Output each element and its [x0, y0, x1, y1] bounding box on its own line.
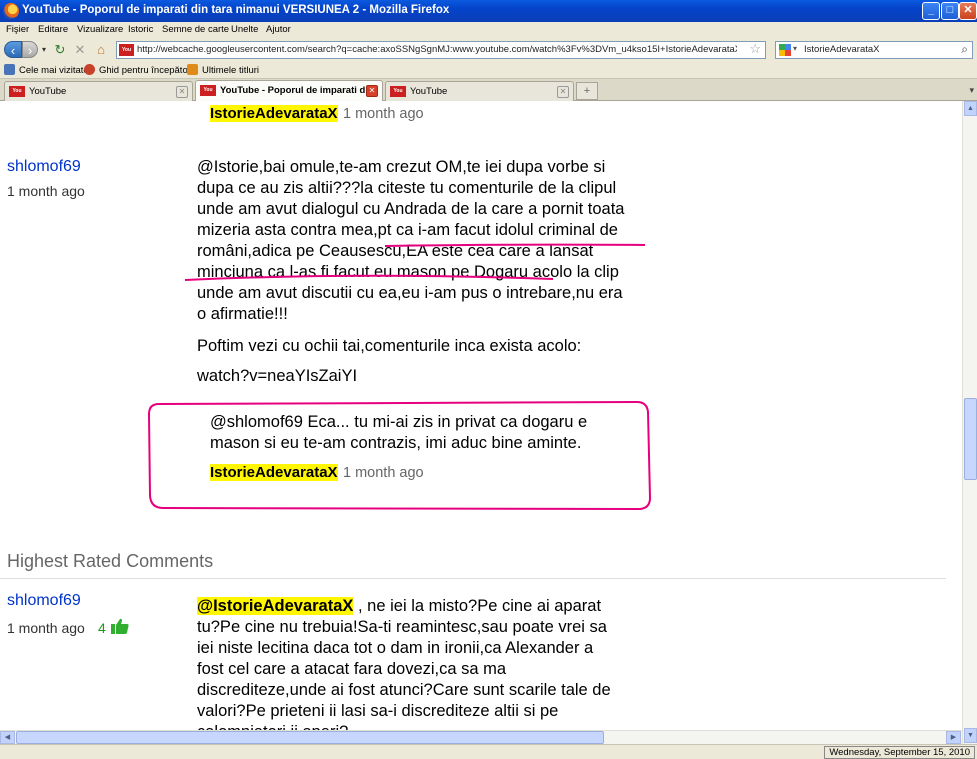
- tab-youtube-1[interactable]: You YouTube ✕: [4, 81, 193, 101]
- minimize-button[interactable]: _: [922, 2, 940, 20]
- tab-youtube-3[interactable]: You YouTube ✕: [385, 81, 574, 101]
- forward-button[interactable]: ›: [22, 41, 38, 58]
- comment-line: discrediteze,unde ai fost atunci?Care su…: [197, 681, 611, 699]
- tab-label: YouTube - Poporul de imparati di...: [220, 85, 376, 96]
- menu-item-help[interactable]: Ajutor: [266, 24, 291, 35]
- comment-author[interactable]: shlomof69: [7, 592, 81, 610]
- scroll-right-icon[interactable]: ▶: [946, 731, 961, 744]
- firefox-bookmark-icon: [84, 64, 95, 75]
- back-button[interactable]: ‹: [4, 41, 22, 58]
- youtube-favicon-icon: You: [200, 85, 216, 96]
- tab-bar: You YouTube ✕ You YouTube - Poporul de i…: [0, 79, 977, 101]
- thumbs-up-icon[interactable]: [110, 617, 130, 635]
- scroll-left-icon[interactable]: ◀: [0, 731, 15, 744]
- comment-line: @Istorie,bai omule,te-am crezut OM,te ie…: [197, 158, 606, 176]
- youtube-favicon-icon: You: [390, 86, 406, 97]
- tab-close-icon[interactable]: ✕: [176, 86, 188, 98]
- scroll-down-icon[interactable]: ▼: [964, 728, 977, 743]
- new-tab-button[interactable]: +: [576, 82, 598, 100]
- window-titlebar: YouTube - Poporul de imparati din tara n…: [0, 0, 977, 22]
- youtube-favicon-icon: You: [9, 86, 25, 97]
- menu-item-file[interactable]: Fişier: [6, 24, 29, 35]
- url-text[interactable]: http://webcache.googleusercontent.com/se…: [137, 44, 737, 55]
- annotation-circle: [147, 400, 652, 511]
- comment-line: valori?Pe prieteni ii lasi sa-i discredi…: [197, 702, 559, 720]
- reply-username[interactable]: IstorieAdevarataX: [210, 105, 338, 122]
- bookmark-folder-icon: [4, 64, 15, 75]
- comment-time: 1 month ago: [7, 620, 85, 636]
- rss-feed-icon: [187, 64, 198, 75]
- menu-item-history[interactable]: Istoric: [128, 24, 153, 35]
- comment-link[interactable]: watch?v=neaYIsZaiYI: [197, 366, 357, 387]
- scroll-up-icon[interactable]: ▲: [964, 101, 977, 116]
- reload-icon[interactable]: ↻: [52, 41, 68, 58]
- comment-first-line: @IstorieAdevarataX , ne iei la misto?Pe …: [197, 596, 611, 617]
- tab-close-icon[interactable]: ✕: [557, 86, 569, 98]
- tab-list-dropdown-icon[interactable]: ▾: [969, 85, 974, 96]
- navigation-toolbar: ‹ › ▾ ↻ ✕ ⌂ You http://webcache.googleus…: [0, 38, 977, 61]
- site-favicon-icon: You: [119, 44, 134, 56]
- url-bar[interactable]: You http://webcache.googleusercontent.co…: [116, 41, 766, 59]
- menu-item-tools[interactable]: Unelte: [231, 24, 258, 35]
- history-dropdown-icon[interactable]: ▾: [40, 41, 48, 58]
- comment-line: dupa ce au zis altii???la citeste tu com…: [197, 179, 617, 197]
- vertical-scroll-thumb[interactable]: [964, 398, 977, 480]
- bookmark-getting-started[interactable]: Ghid pentru începători: [84, 64, 193, 76]
- stop-icon[interactable]: ✕: [72, 41, 88, 58]
- status-bar: Wednesday, September 15, 2010: [0, 744, 977, 759]
- comment-line: o afirmatie!!!: [197, 305, 288, 323]
- bookmark-star-icon[interactable]: ☆: [749, 41, 761, 57]
- google-engine-icon[interactable]: [779, 44, 791, 56]
- page-content: IstorieAdevarataX 1 month ago shlomof69 …: [0, 101, 962, 744]
- home-icon[interactable]: ⌂: [92, 41, 110, 58]
- mention-highlight[interactable]: @IstorieAdevarataX: [197, 597, 354, 615]
- comment-author[interactable]: shlomof69: [7, 158, 81, 176]
- tab-label: YouTube: [410, 86, 448, 97]
- comment-paragraph: Poftim vezi cu ochii tai,comenturile inc…: [197, 337, 582, 355]
- comment-line: unde am avut dialogul cu Andrada de la c…: [197, 200, 625, 218]
- bookmarks-toolbar: Cele mai vizitate Ghid pentru începători…: [0, 61, 977, 79]
- comment-body: @IstorieAdevarataX , ne iei la misto?Pe …: [197, 596, 611, 743]
- section-title: Highest Rated Comments: [7, 551, 214, 571]
- menu-bar: Fişier Editare Vizualizare Istoric Semne…: [0, 22, 977, 38]
- rating-count: 4: [98, 620, 106, 636]
- maximize-button[interactable]: □: [941, 2, 959, 20]
- horizontal-scroll-thumb[interactable]: [16, 731, 604, 744]
- bookmark-latest-headlines[interactable]: Ultimele titluri: [187, 64, 259, 76]
- tab-label: YouTube: [29, 86, 67, 97]
- comment-time: 1 month ago: [7, 183, 85, 199]
- reply-time: 1 month ago: [343, 106, 424, 122]
- bookmark-most-visited[interactable]: Cele mai vizitate: [4, 64, 89, 76]
- comment-line: iei niste lecitina daca tot o dam in iro…: [197, 639, 594, 657]
- menu-item-bookmarks[interactable]: Semne de carte: [162, 24, 229, 35]
- horizontal-scrollbar[interactable]: ◀ ▶: [0, 730, 962, 744]
- annotation-underline: [184, 243, 646, 281]
- search-icon[interactable]: ⌕: [961, 42, 968, 57]
- window-title: YouTube - Poporul de imparati din tara n…: [22, 4, 450, 16]
- comment-line-rest: , ne iei la misto?Pe cine ai aparat: [353, 597, 602, 615]
- tab-youtube-active[interactable]: You YouTube - Poporul de imparati di... …: [195, 80, 383, 101]
- comment-line: fost cel care a atacat fara dovezi,ca sa…: [197, 660, 507, 678]
- close-window-button[interactable]: ✕: [959, 2, 977, 20]
- firefox-logo-icon: [3, 3, 19, 19]
- tab-close-icon[interactable]: ✕: [366, 85, 378, 97]
- search-input[interactable]: IstorieAdevarataX: [804, 44, 880, 55]
- menu-item-edit[interactable]: Editare: [38, 24, 68, 35]
- comment-line: mizeria asta contra mea,pt ca i-am facut…: [197, 221, 618, 239]
- status-date: Wednesday, September 15, 2010: [824, 746, 975, 759]
- engine-dropdown-icon[interactable]: ▾: [793, 44, 797, 53]
- vertical-scrollbar[interactable]: ▲ ▼: [962, 101, 977, 744]
- search-bar[interactable]: ▾ IstorieAdevarataX ⌕: [775, 41, 973, 59]
- menu-item-view[interactable]: Vizualizare: [77, 24, 123, 35]
- section-divider: [0, 578, 946, 579]
- comment-line: tu?Pe cine nu trebuia!Sa-ti reamintesc,s…: [197, 618, 607, 636]
